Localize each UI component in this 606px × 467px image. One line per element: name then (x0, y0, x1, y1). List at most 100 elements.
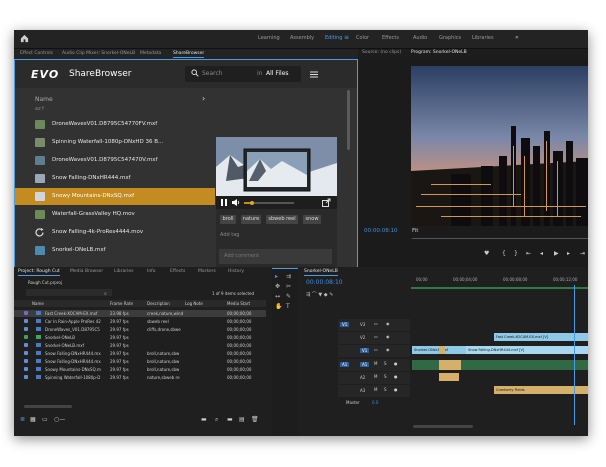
tag-chip[interactable]: broll (220, 215, 236, 224)
sync-lock-icon[interactable]: ▭ (374, 334, 378, 339)
project-row[interactable]: Snorkel-ONeLB 29.97 fps 00;00;00;00 (14, 334, 266, 341)
tag-chip[interactable]: snow (303, 215, 321, 224)
workspace-editing[interactable]: Editing (325, 35, 342, 41)
mic-icon[interactable]: ● (394, 361, 398, 366)
ripple-edit-tool-icon[interactable]: ✥ (275, 283, 280, 290)
project-row[interactable]: Snowy Mountains-DNxSQ.m 29.97 fps broll,… (14, 366, 266, 373)
mic-icon[interactable]: ● (394, 374, 398, 379)
label-color-swatch[interactable] (24, 359, 28, 363)
sync-lock-icon[interactable]: ▭ (374, 347, 378, 352)
chevron-right-icon[interactable]: › (202, 94, 205, 103)
playback-scrubber[interactable] (244, 201, 294, 205)
selection-tool-icon[interactable]: ▸ (275, 273, 278, 280)
audio-clip-a2-segment[interactable] (439, 373, 459, 381)
add-tag-input[interactable]: Add tag (220, 232, 239, 238)
tag-chip[interactable]: sbweb reel (266, 215, 298, 224)
eye-icon[interactable]: ◉ (386, 347, 390, 352)
volume-icon[interactable] (232, 199, 240, 206)
label-color-swatch[interactable] (24, 343, 28, 347)
tab-media-browser[interactable]: Media Browser (70, 269, 103, 274)
new-bin-icon[interactable]: ▬ (201, 416, 207, 423)
search-scope-dropdown[interactable]: All Files (266, 70, 289, 77)
find-icon[interactable]: ⌕ (215, 416, 218, 424)
project-row[interactable]: DroneWaves_V01.D8795C5 29.97 fps cliffs,… (14, 326, 266, 333)
project-search-input[interactable] (26, 289, 112, 296)
project-row[interactable]: Snow Falling-DNxHR444.mx 29.97 fps broll… (14, 358, 266, 365)
workspace-menu-icon[interactable]: ≡ (344, 34, 349, 41)
mark-in-icon[interactable]: ♥ (484, 250, 489, 257)
hand-tool-icon[interactable]: ✋ (275, 303, 282, 310)
timeline-zoom-scrollbar[interactable] (413, 425, 473, 428)
program-monitor-label[interactable]: Program: Snorkel-ONeLB (411, 50, 467, 55)
new-item-icon[interactable]: ▤ (239, 416, 245, 423)
pen-tool-icon[interactable]: ✎ (286, 293, 291, 300)
file-row[interactable]: DroneWavesV01.D8795C54770FV.mxf (15, 116, 215, 133)
project-row[interactable]: Fast Creek-XOCAM-EX.mxf 23.98 fps creek,… (14, 310, 266, 317)
label-color-swatch[interactable] (24, 375, 28, 379)
frame-back-icon[interactable]: ◂ (540, 250, 543, 257)
work-area-bar[interactable] (411, 287, 588, 289)
home-icon[interactable] (20, 34, 29, 43)
label-color-swatch[interactable] (24, 311, 28, 315)
folder-icon[interactable]: ▬ (227, 416, 233, 423)
panel-scrollbar[interactable] (347, 90, 350, 150)
search-icon[interactable]: ⌕ (104, 291, 107, 297)
go-to-out-icon[interactable]: ⇥ (580, 250, 585, 257)
search-input[interactable]: Search (202, 70, 223, 77)
icon-view-icon[interactable]: ▦ (30, 416, 36, 423)
razor-tool-icon[interactable]: ✂ (286, 283, 291, 290)
solo-button[interactable]: S (384, 387, 387, 392)
tab-project[interactable]: Project: Rough Cut (18, 269, 60, 276)
timeline-clip[interactable]: Snow Falling-DNxHR444.mxf [V] (466, 346, 588, 354)
mute-button[interactable]: M (374, 387, 377, 392)
program-scrub-bar[interactable] (412, 238, 588, 239)
sync-lock-icon[interactable]: ▭ (374, 321, 378, 326)
column-header[interactable]: Media Start (227, 301, 250, 306)
project-row[interactable]: Snow Falling-DNxHR444.mx 29.97 fps broll… (14, 350, 266, 357)
tab-markers[interactable]: Markers (198, 269, 216, 274)
list-view-icon[interactable]: ≣ (20, 416, 25, 423)
column-header[interactable]: Frame Rate (110, 301, 133, 306)
sort-toggle[interactable]: az↑ (35, 106, 45, 112)
column-header[interactable]: Description (147, 301, 170, 306)
tab-libraries[interactable]: Libraries (114, 269, 133, 274)
workspace-libraries[interactable]: Libraries (472, 35, 494, 41)
tab-sharebrowser[interactable]: ShareBrowser (173, 51, 205, 58)
file-row[interactable]: Snow Falling-DNxHR444.mxf (15, 170, 215, 187)
mute-button[interactable]: M (374, 361, 377, 366)
tab-history[interactable]: History (228, 269, 244, 274)
workspace-color[interactable]: Color (356, 35, 369, 41)
file-row[interactable]: Snorkel-ONeLB.mxf (15, 242, 215, 259)
eye-icon[interactable]: ◉ (386, 321, 390, 326)
source-patch-a1[interactable]: A1 (340, 362, 350, 367)
file-row[interactable]: Snow Falling-4k-ProRes4444.mov (15, 224, 215, 241)
track-select-tool-icon[interactable]: ⇉ (286, 273, 291, 280)
program-fit-dropdown[interactable]: Fit (412, 228, 418, 234)
tab-audio-clip-mixer[interactable]: Audio Clip Mixer: Snorkel-ONeLB (62, 51, 135, 56)
zoom-slider-icon[interactable]: ○— (54, 416, 65, 423)
horizontal-scrollbar[interactable] (24, 405, 72, 408)
play-icon[interactable]: ▶ (554, 250, 559, 257)
tab-info[interactable]: Info (147, 269, 156, 274)
filter-settings-icon[interactable] (310, 71, 318, 78)
share-icon[interactable] (322, 198, 331, 207)
timeline-timecode[interactable]: 00:00:08:10 (306, 279, 343, 286)
playhead[interactable] (574, 285, 575, 425)
file-row[interactable]: Waterfall-GrassValley HQ.mov (15, 206, 215, 223)
column-header[interactable]: Name (32, 301, 44, 306)
workspace-effects[interactable]: Effects (382, 35, 399, 41)
source-timecode[interactable]: 00:00:08:10 (364, 228, 398, 234)
search-bar[interactable]: Search in All Files (185, 66, 301, 82)
workspace-audio[interactable]: Audio (413, 35, 427, 41)
column-header[interactable]: Log Note (185, 301, 203, 306)
solo-button[interactable]: S (384, 361, 387, 366)
tab-effect-controls[interactable]: Effect Controls (20, 51, 53, 56)
frame-forward-icon[interactable]: ▸ (567, 250, 570, 257)
add-comment-input[interactable]: Add comment (219, 249, 332, 264)
slip-tool-icon[interactable]: ↔ (275, 293, 280, 300)
transition-marker[interactable] (439, 346, 445, 354)
trash-icon[interactable]: 🗑 (251, 416, 259, 423)
mic-icon[interactable]: ● (394, 387, 398, 392)
source-patch-v1[interactable]: V1 (340, 322, 350, 327)
tab-effects[interactable]: Effects (170, 269, 185, 274)
